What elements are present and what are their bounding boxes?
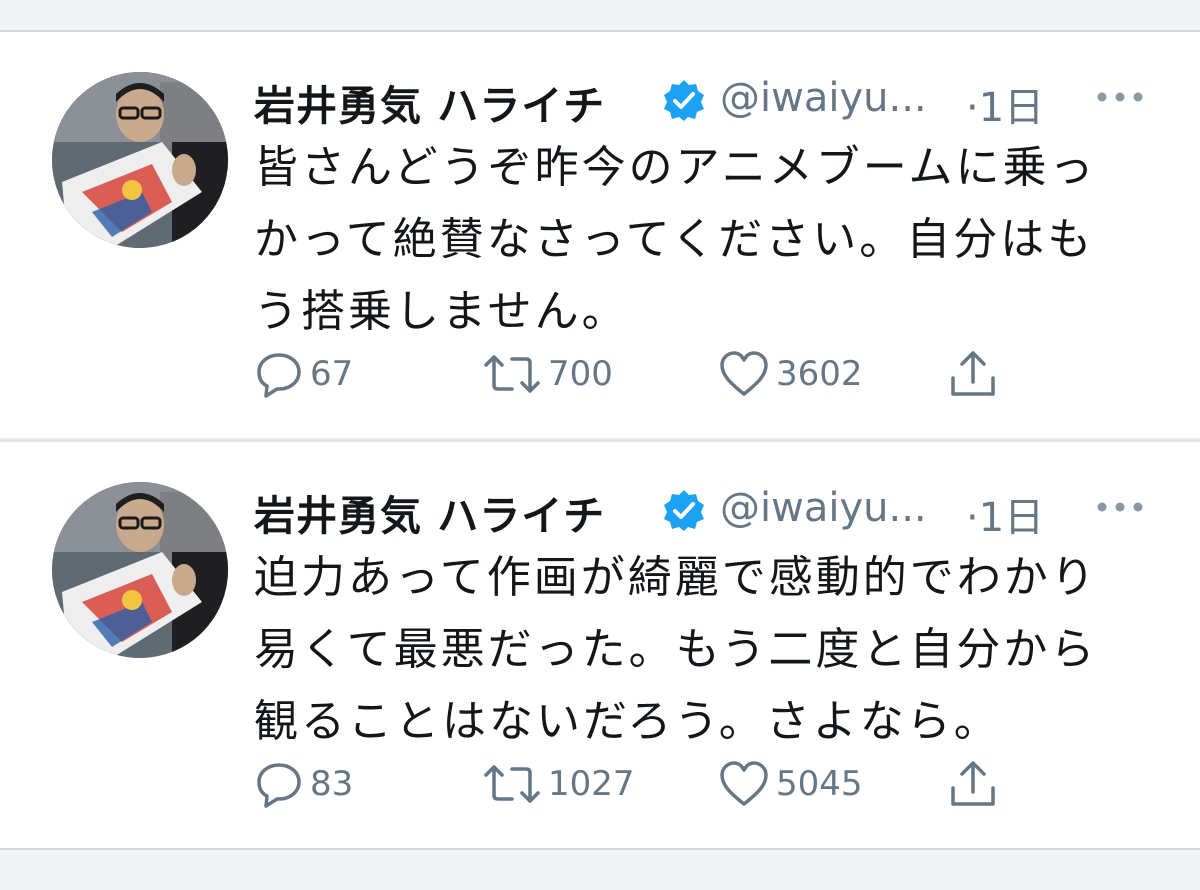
avatar[interactable] (52, 72, 228, 248)
reply-count: 83 (310, 764, 354, 804)
share-icon (948, 758, 998, 810)
retweet-icon (482, 759, 542, 809)
author-name[interactable]: 岩井勇気 ハライチ (254, 482, 605, 542)
reply-button[interactable]: 67 (254, 348, 353, 400)
share-button[interactable] (948, 758, 998, 810)
tweet-text-line: う搭乗しません。 (254, 286, 629, 337)
retweet-count: 700 (548, 354, 613, 394)
author-name[interactable]: 岩井勇気 ハライチ (254, 72, 605, 132)
avatar[interactable] (52, 482, 228, 658)
timestamp[interactable]: ·1日 (966, 485, 1044, 543)
retweet-count: 1027 (548, 764, 635, 804)
heart-icon (718, 349, 770, 399)
like-count: 3602 (776, 354, 863, 394)
reply-button[interactable]: 83 (254, 758, 353, 810)
tweet-text: 皆さんどうぞ昨今のアニメブームに乗っ かって絶賛なさってください。自分はも う搭… (254, 132, 1134, 348)
retweet-button[interactable]: 700 (482, 348, 613, 400)
tweet[interactable]: 岩井勇気 ハライチ @iwaiyu... ·1日 迫力あって作画が綺麗で感動的で… (0, 440, 1200, 850)
tweet-text-line: 易くて最悪だった。もう二度と自分から (254, 624, 1098, 675)
tweet-header: 岩井勇気 ハライチ @iwaiyu... ·1日 (254, 482, 1154, 541)
author-handle[interactable]: @iwaiyu... (720, 485, 927, 531)
tweet-header: 岩井勇気 ハライチ @iwaiyu... ·1日 (254, 72, 1154, 131)
reply-icon (254, 759, 304, 809)
timeline: 岩井勇気 ハライチ @iwaiyu... ·1日 皆さんどうぞ昨今のアニメブーム… (0, 0, 1200, 890)
reply-count: 67 (310, 354, 354, 394)
share-icon (948, 348, 998, 400)
retweet-icon (482, 349, 542, 399)
bottom-divider (0, 848, 1200, 890)
timestamp[interactable]: ·1日 (966, 75, 1044, 133)
tweet-text-line: 観ることはないだろう。さよなら。 (254, 696, 1001, 747)
more-options-icon[interactable] (1092, 492, 1148, 522)
tweet-text-line: かって絶賛なさってください。自分はも (254, 214, 1095, 265)
reply-icon (254, 349, 304, 399)
like-button[interactable]: 5045 (718, 758, 863, 810)
like-count: 5045 (776, 764, 863, 804)
heart-icon (718, 759, 770, 809)
tweet-actions: 83 1027 5045 (254, 758, 1054, 810)
share-button[interactable] (948, 348, 998, 400)
top-divider (0, 0, 1200, 32)
retweet-button[interactable]: 1027 (482, 758, 635, 810)
tweet-text: 迫力あって作画が綺麗で感動的でわかり 易くて最悪だった。もう二度と自分から 観る… (254, 542, 1134, 758)
tweet-actions: 67 700 3602 (254, 348, 1054, 400)
tweet-text-line: 迫力あって作画が綺麗で感動的でわかり (254, 552, 1098, 603)
tweet[interactable]: 岩井勇気 ハライチ @iwaiyu... ·1日 皆さんどうぞ昨今のアニメブーム… (0, 32, 1200, 438)
tweet-text-line: 皆さんどうぞ昨今のアニメブームに乗っ (254, 142, 1097, 193)
like-button[interactable]: 3602 (718, 348, 863, 400)
author-handle[interactable]: @iwaiyu... (720, 75, 927, 121)
verified-badge-icon (662, 488, 706, 532)
more-options-icon[interactable] (1092, 82, 1148, 112)
verified-badge-icon (662, 78, 706, 122)
